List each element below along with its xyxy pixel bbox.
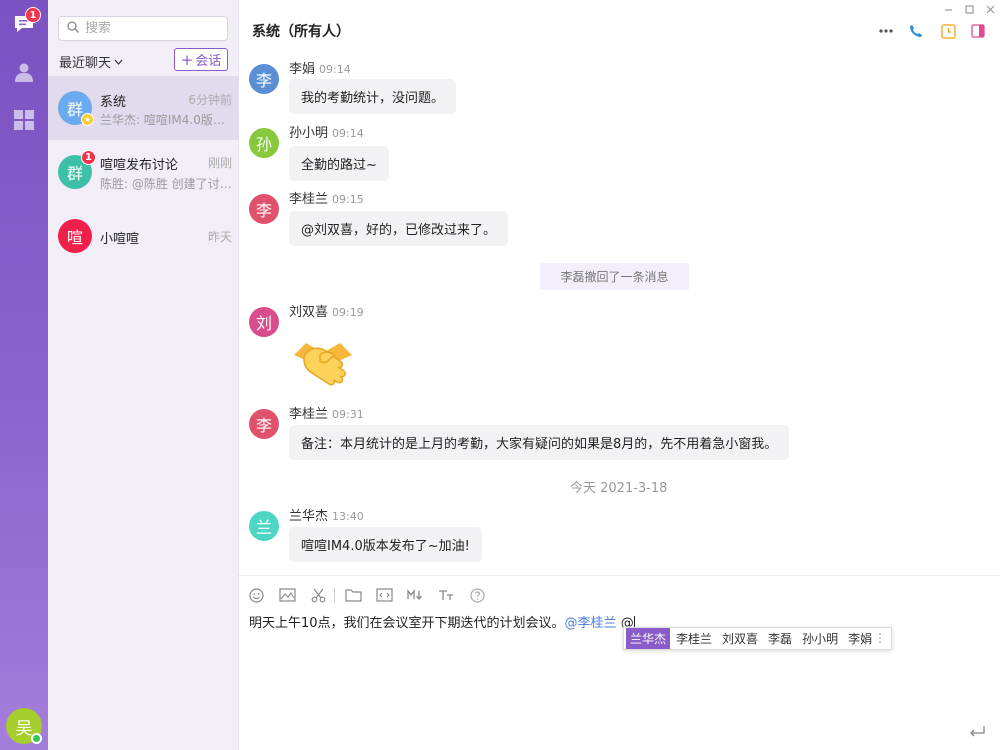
font-size-icon[interactable] — [437, 586, 455, 604]
scissors-icon[interactable] — [309, 586, 327, 604]
avatar[interactable]: 李 — [249, 409, 279, 439]
avatar[interactable]: 刘 — [249, 307, 279, 337]
message-bubble[interactable]: 全勤的路过~ — [289, 146, 389, 181]
toolbar-divider — [334, 588, 335, 602]
session-item-xiaoxuanxuan[interactable]: 喧 小喧喧 昨天 — [48, 204, 238, 268]
avatar[interactable]: 孙 — [249, 128, 279, 158]
session-preview: 陈胜: @陈胜 创建了讨论组 — [100, 177, 232, 191]
mention-tag: @李桂兰 — [564, 616, 617, 631]
session-preview: 兰华杰: 喧喧IM4.0版本发布了~加油! — [100, 113, 232, 127]
image-icon[interactable] — [278, 586, 296, 604]
sender-line: 兰华杰 13:40 — [289, 505, 364, 524]
message-bubble[interactable]: @刘双喜，好的，已修改过来了。 — [289, 211, 509, 246]
sender-line: 刘双喜 09:19 — [289, 301, 364, 320]
mention-option[interactable]: 李磊 — [764, 628, 796, 649]
avatar[interactable]: 兰 — [249, 511, 279, 541]
phone-icon[interactable] — [907, 22, 925, 40]
help-icon[interactable] — [468, 586, 486, 604]
chat-panel: 系统（所有人） 李 李娟 09:14 我的考勤统计，没问题。 孙 孙小明 09:14… — [239, 0, 1000, 750]
composer-divider — [239, 575, 1000, 576]
mention-option[interactable]: 孙小明 — [798, 628, 842, 649]
new-chat-button[interactable]: + 会话 — [174, 48, 228, 71]
more-icon[interactable] — [877, 22, 895, 40]
recent-chats-label: 最近聊天 — [59, 56, 112, 71]
code-block-icon[interactable] — [375, 586, 393, 604]
session-time: 刚刚 — [207, 156, 232, 170]
session-time: 昨天 — [207, 230, 232, 244]
avatar[interactable]: 李 — [249, 64, 279, 94]
avatar: 喧 — [58, 219, 92, 253]
sender-line: 李桂兰 09:31 — [289, 403, 364, 422]
session-item-release-discussion[interactable]: 群 1 喧喧发布讨论 刚刚 陈胜: @陈胜 创建了讨论组 — [48, 140, 238, 204]
unread-badge: 1 — [25, 7, 41, 23]
apps-grid-icon[interactable] — [12, 108, 36, 132]
session-name: 系统 — [100, 95, 127, 110]
message-time: 09:14 — [319, 63, 351, 76]
message-bubble[interactable]: 我的考勤统计，没问题。 — [289, 79, 457, 114]
nav-rail: 1 吴 — [0, 0, 48, 750]
session-name: 喧喧发布讨论 — [100, 158, 179, 173]
message-time: 09:19 — [332, 306, 364, 319]
sender-name[interactable]: 李娟 — [289, 62, 315, 77]
message-time: 09:15 — [332, 193, 364, 206]
unread-badge: 1 — [81, 150, 96, 165]
mention-suggestion-popup: 兰华杰 李桂兰 刘双喜 李磊 孙小明 李娟 ⋮ — [623, 627, 892, 650]
history-icon[interactable] — [939, 22, 957, 40]
plus-icon: + — [180, 50, 194, 69]
chevron-down-icon — [114, 54, 123, 69]
close-icon[interactable] — [986, 4, 995, 17]
search-icon — [67, 20, 79, 37]
mention-option[interactable]: 李娟 — [844, 628, 876, 649]
sidebar-toggle-icon[interactable] — [969, 22, 987, 40]
mention-option[interactable]: 李桂兰 — [672, 628, 716, 649]
new-chat-label: 会话 — [195, 54, 222, 69]
sender-name[interactable]: 孙小明 — [289, 126, 328, 141]
message-time: 13:40 — [332, 510, 364, 523]
recent-chats-dropdown[interactable]: 最近聊天 — [59, 52, 123, 71]
sender-line: 李娟 09:14 — [289, 58, 351, 77]
sender-line: 孙小明 09:14 — [289, 122, 364, 141]
sender-name[interactable]: 李桂兰 — [289, 192, 328, 207]
mention-option[interactable]: 刘双喜 — [718, 628, 762, 649]
message-input[interactable]: 明天上午10点，我们在会议室开下期迭代的计划会议。@李桂兰 @ — [249, 612, 635, 631]
sender-name[interactable]: 李桂兰 — [289, 407, 328, 422]
session-item-system[interactable]: 群 ★ 系统 6分钟前 兰华杰: 喧喧IM4.0版本发布了~加油! — [48, 76, 238, 140]
message-time: 09:31 — [332, 408, 364, 421]
avatar[interactable]: 李 — [249, 194, 279, 224]
message-time: 09:14 — [332, 127, 364, 140]
message-bubble[interactable]: 备注：本月统计的是上月的考勤，大家有疑问的如果是8月的，先不用着急小窗我。 — [289, 425, 790, 460]
minimize-icon[interactable] — [944, 4, 953, 17]
sender-name[interactable]: 刘双喜 — [289, 305, 328, 320]
session-name: 小喧喧 — [100, 232, 140, 247]
more-vertical-icon[interactable]: ⋮ — [874, 631, 886, 645]
sender-name[interactable]: 兰华杰 — [289, 509, 328, 524]
input-text: 明天上午10点，我们在会议室开下期迭代的计划会议。 — [249, 616, 565, 631]
message-bubble[interactable]: 喧喧IM4.0版本发布了~加油! — [289, 527, 482, 562]
search-box[interactable] — [58, 16, 228, 41]
recall-notice: 李磊撤回了一条消息 — [540, 263, 689, 290]
date-separator: 今天 2021-3-18 — [570, 481, 668, 496]
maximize-icon[interactable] — [965, 4, 974, 17]
send-enter-icon[interactable] — [967, 724, 987, 740]
handshake-emoji-icon[interactable] — [290, 333, 356, 391]
session-list-panel: 最近聊天 + 会话 群 ★ 系统 6分钟前 兰华杰: 喧喧IM4.0版本发布了~… — [48, 0, 239, 750]
chat-title: 系统（所有人） — [252, 24, 350, 40]
folder-icon[interactable] — [344, 586, 362, 604]
online-status-dot — [31, 733, 42, 744]
search-input[interactable] — [85, 21, 215, 36]
contacts-icon[interactable] — [12, 60, 36, 84]
star-icon: ★ — [81, 113, 94, 126]
sender-line: 李桂兰 09:15 — [289, 188, 364, 207]
mention-option[interactable]: 兰华杰 — [626, 628, 671, 649]
markdown-icon[interactable] — [406, 586, 424, 604]
session-time: 6分钟前 — [188, 93, 232, 107]
emoji-icon[interactable] — [247, 586, 265, 604]
